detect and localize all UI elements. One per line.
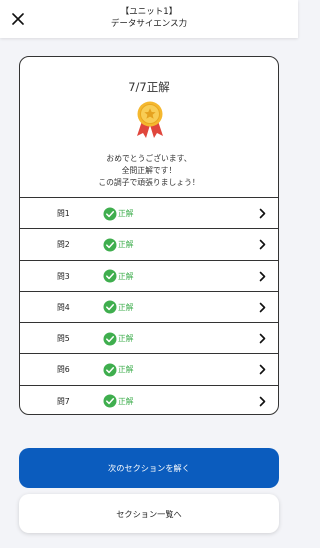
app-header: 【ユニット1】 データサイエンス力 (0, 0, 298, 38)
score-text: 7/7正解 (128, 80, 170, 94)
question-label: 問3 (57, 271, 70, 281)
next-section-button[interactable]: 次のセクションを解く (19, 448, 279, 488)
correct-status: 正解 (118, 302, 134, 312)
check-circle-icon (103, 207, 117, 220)
check-circle-icon (103, 300, 117, 314)
congrats-line-1: おめでとうございます、 (106, 154, 192, 163)
question-row-5[interactable]: 問5 正解 (20, 322, 278, 353)
question-label: 問5 (57, 334, 70, 344)
correct-status: 正解 (118, 240, 134, 250)
check-circle-icon (103, 238, 117, 252)
chevron-right-icon (259, 271, 266, 281)
check-circle-icon (103, 394, 117, 408)
correct-status: 正解 (118, 396, 134, 406)
correct-status: 正解 (118, 209, 134, 218)
question-row-3[interactable]: 問3 正解 (20, 259, 278, 291)
chevron-right-icon (259, 396, 266, 407)
result-card: 7/7正解 おめでとうございます、 全問正解です！ この調子で頑張りましょう！ … (19, 56, 279, 415)
question-row-4[interactable]: 問4 正解 (20, 290, 278, 322)
question-list: 問1 正解 問2 正解 問3 正解 問4 正解 問5 正解 問6 正解 問7 正… (20, 197, 278, 414)
check-circle-icon (103, 332, 117, 346)
unit-subtitle: データサイエンス力 (110, 19, 188, 29)
correct-status: 正解 (118, 271, 134, 281)
question-row-6[interactable]: 問6 正解 (20, 353, 278, 384)
chevron-right-icon (259, 208, 266, 219)
check-circle-icon (103, 269, 117, 283)
correct-status: 正解 (118, 365, 134, 375)
question-label: 問6 (57, 365, 70, 375)
unit-title: 【ユニット1】 (120, 7, 178, 17)
correct-status: 正解 (118, 334, 134, 344)
congrats-line-2: 全問正解です！ (121, 166, 177, 175)
question-row-7[interactable]: 問7 正解 (20, 384, 278, 414)
chevron-right-icon (259, 239, 266, 250)
congrats-line-3: この調子で頑張りましょう！ (98, 178, 200, 187)
chevron-right-icon (259, 333, 266, 344)
question-label: 問7 (57, 396, 70, 406)
question-label: 問2 (57, 240, 70, 250)
question-label: 問1 (57, 209, 70, 218)
chevron-right-icon (259, 365, 266, 375)
section-list-button[interactable]: セクション一覧へ (19, 494, 279, 533)
chevron-right-icon (259, 302, 266, 313)
medal-icon (137, 101, 163, 138)
question-row-2[interactable]: 問2 正解 (20, 228, 278, 259)
question-row-1[interactable]: 問1 正解 (20, 197, 278, 228)
question-label: 問4 (57, 302, 70, 312)
check-circle-icon (103, 363, 117, 377)
